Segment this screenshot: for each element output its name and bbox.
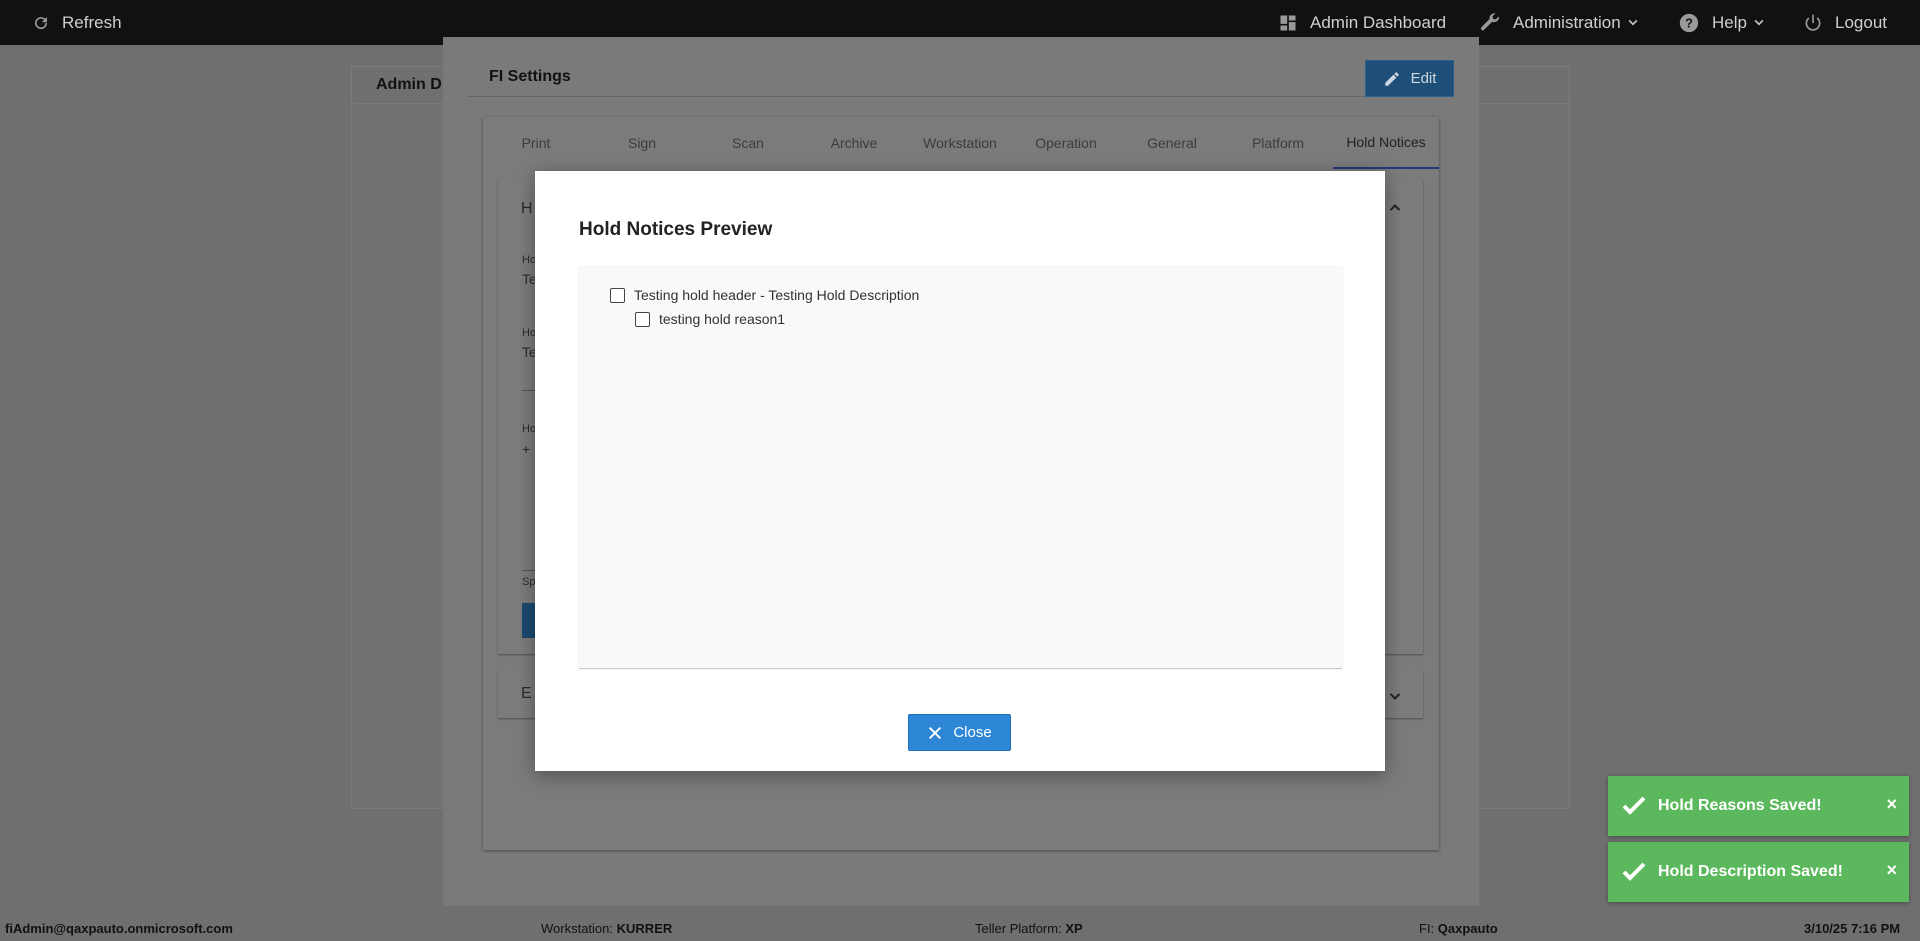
administration-label: Administration [1513,12,1621,32]
field-label-fragment: Ho [522,327,537,339]
footer-user: fiAdmin@qaxpauto.onmicrosoft.com [5,921,233,936]
logout-button[interactable]: Logout [1803,0,1887,45]
footer-datetime: 3/10/25 7:16 PM [1804,921,1901,936]
tab-scan[interactable]: Scan [695,117,801,169]
background-card-title: Admin D [376,76,442,93]
refresh-icon [32,14,50,32]
hold-reason-checkbox[interactable] [635,311,650,327]
toast-hold-description-saved: Hold Description Saved! × [1608,842,1909,902]
tab-sign[interactable]: Sign [589,117,695,169]
footer-platform-value: XP [1065,921,1083,936]
svg-text:?: ? [1685,15,1693,30]
chevron-up-icon [1388,200,1402,217]
status-footer: fiAdmin@qaxpauto.onmicrosoft.com Worksta… [0,915,1920,941]
help-icon: ? [1678,12,1700,34]
footer-platform-label: Teller Platform: [975,921,1062,936]
tab-hold-notices[interactable]: Hold Notices [1333,117,1439,169]
logout-label: Logout [1835,12,1887,32]
field-underline [522,390,535,391]
tree-item-label: testing hold reason1 [659,311,786,327]
footer-workstation-label: Workstation: [541,921,614,936]
chevron-down-icon [1388,690,1402,707]
refresh-button[interactable]: Refresh [32,0,122,45]
edit-button[interactable]: Edit [1365,60,1454,97]
tree-item-reason: testing hold reason1 [635,311,785,327]
chevron-down-icon [1753,17,1765,29]
dashboard-icon [1278,13,1298,33]
field-underline [522,570,535,571]
admin-dashboard-label: Admin Dashboard [1310,12,1447,32]
settings-tabs: Print Sign Scan Archive Workstation Oper… [483,117,1439,169]
close-label: Close [953,724,992,741]
tree-item-header: Testing hold header - Testing Hold Descr… [610,287,919,303]
wrench-icon [1479,12,1501,34]
fi-settings-title: FI Settings [489,68,571,85]
tab-print[interactable]: Print [483,117,589,169]
tab-operation[interactable]: Operation [1013,117,1119,169]
section-title-fragment: E [521,685,532,702]
toast-message: Hold Description Saved! [1658,863,1843,880]
hold-header-checkbox[interactable] [610,287,625,303]
tab-workstation[interactable]: Workstation [907,117,1013,169]
footer-fi-label: FI: [1419,921,1435,936]
preview-tree-container [579,267,1342,669]
field-label-fragment: Ho [522,254,537,266]
administration-menu[interactable]: Administration [1479,0,1639,45]
edit-label: Edit [1410,70,1437,87]
tab-platform[interactable]: Platform [1225,117,1331,169]
pencil-icon [1384,71,1399,86]
footer-fi-value: Qaxpauto [1437,921,1498,936]
footer-workstation-value: KURRER [616,921,673,936]
section-title-fragment: H [521,200,533,217]
tab-general[interactable]: General [1119,117,1225,169]
fi-settings-header [467,57,1453,97]
power-icon [1803,13,1823,33]
field-label-fragment: Sp [522,576,536,588]
toast-hold-reasons-saved: Hold Reasons Saved! × [1608,776,1909,836]
check-icon [1622,796,1646,816]
toast-message: Hold Reasons Saved! [1658,797,1822,814]
toast-close-button[interactable]: × [1886,860,1897,881]
save-button-fragment [522,603,536,638]
tab-archive[interactable]: Archive [801,117,907,169]
tree-item-label: Testing hold header - Testing Hold Descr… [634,287,920,303]
chevron-down-icon [1627,17,1639,29]
dialog-title: Hold Notices Preview [579,219,773,240]
refresh-label: Refresh [62,12,122,32]
field-label-fragment: Ho [522,423,537,435]
check-icon [1622,862,1646,882]
help-menu[interactable]: ? Help [1678,0,1765,45]
close-button[interactable]: Close [908,714,1011,751]
toast-close-button[interactable]: × [1886,794,1897,815]
help-label: Help [1712,12,1747,32]
close-icon [929,726,942,739]
